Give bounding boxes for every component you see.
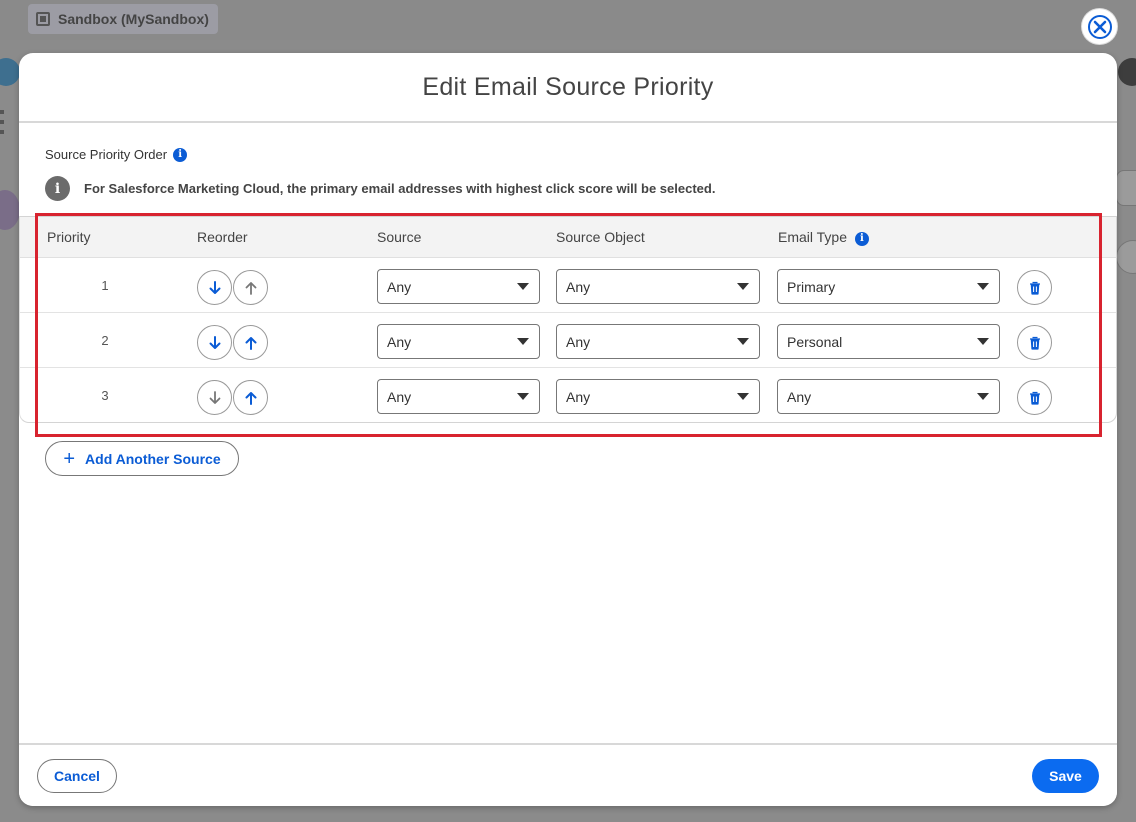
close-icon bbox=[1087, 14, 1112, 39]
email-type-select-value: Primary bbox=[787, 278, 836, 295]
source-object-select-value: Any bbox=[566, 333, 591, 350]
column-header-email-type-label: Email Type bbox=[778, 229, 847, 245]
arrow-up-icon bbox=[245, 391, 256, 405]
column-header-email-type: Email Type i bbox=[778, 229, 869, 247]
move-up-button[interactable] bbox=[233, 325, 268, 360]
background-avatar bbox=[0, 58, 20, 86]
cancel-button[interactable]: Cancel bbox=[37, 759, 117, 793]
move-up-button[interactable] bbox=[233, 270, 268, 305]
modal-header: Edit Email Source Priority bbox=[19, 53, 1117, 123]
email-type-select[interactable]: Personal bbox=[777, 324, 1000, 359]
arrow-up-icon bbox=[245, 336, 256, 350]
move-down-button[interactable] bbox=[197, 380, 232, 415]
email-type-select[interactable]: Primary bbox=[777, 269, 1000, 304]
section-label: Source Priority Order i bbox=[45, 147, 188, 162]
modal-title: Edit Email Source Priority bbox=[422, 72, 714, 101]
delete-row-button[interactable] bbox=[1017, 270, 1052, 305]
move-up-button[interactable] bbox=[233, 380, 268, 415]
org-chip-label: Sandbox (MySandbox) bbox=[58, 11, 209, 27]
org-chip: Sandbox (MySandbox) bbox=[28, 4, 218, 34]
column-header-source-object: Source Object bbox=[556, 229, 645, 245]
trash-icon bbox=[1029, 391, 1040, 405]
column-header-priority: Priority bbox=[47, 229, 91, 245]
source-select[interactable]: Any bbox=[377, 324, 540, 359]
source-select-value: Any bbox=[387, 388, 412, 405]
chevron-down-icon bbox=[737, 283, 749, 290]
chevron-down-icon bbox=[517, 338, 529, 345]
table-header: Priority Reorder Source Source Object Em… bbox=[20, 217, 1116, 258]
info-icon[interactable]: i bbox=[854, 231, 869, 246]
delete-row-button[interactable] bbox=[1017, 380, 1052, 415]
chevron-down-icon bbox=[517, 283, 529, 290]
source-select-value: Any bbox=[387, 278, 412, 295]
chevron-down-icon bbox=[977, 338, 989, 345]
source-select-value: Any bbox=[387, 333, 412, 350]
source-select[interactable]: Any bbox=[377, 269, 540, 304]
trash-icon bbox=[1029, 336, 1040, 350]
table-row: 1 Any Any Primary bbox=[20, 258, 1116, 313]
info-icon[interactable]: i bbox=[173, 147, 188, 162]
source-select[interactable]: Any bbox=[377, 379, 540, 414]
arrow-down-icon bbox=[209, 390, 220, 404]
priority-table: Priority Reorder Source Source Object Em… bbox=[19, 216, 1117, 423]
source-object-select[interactable]: Any bbox=[556, 269, 760, 304]
close-modal-button[interactable] bbox=[1082, 9, 1117, 44]
chevron-down-icon bbox=[517, 393, 529, 400]
delete-row-button[interactable] bbox=[1017, 325, 1052, 360]
plus-icon: + bbox=[63, 447, 76, 470]
save-button[interactable]: Save bbox=[1032, 759, 1099, 793]
section-label-text: Source Priority Order bbox=[45, 147, 168, 162]
table-row: 3 Any Any Any bbox=[20, 368, 1116, 423]
priority-number: 1 bbox=[101, 278, 109, 293]
arrow-down-icon bbox=[209, 335, 220, 349]
reorder-controls bbox=[197, 325, 268, 360]
arrow-up-icon bbox=[245, 281, 256, 295]
reorder-controls bbox=[197, 270, 268, 305]
background-avatar bbox=[1118, 58, 1136, 86]
reorder-controls bbox=[197, 380, 268, 415]
modal-footer: Cancel Save bbox=[19, 743, 1117, 806]
chevron-down-icon bbox=[737, 338, 749, 345]
email-type-select[interactable]: Any bbox=[777, 379, 1000, 414]
source-object-select-value: Any bbox=[566, 278, 591, 295]
priority-number: 2 bbox=[101, 333, 109, 348]
background-filter-icon bbox=[1116, 240, 1136, 274]
table-row: 2 Any Any Personal bbox=[20, 313, 1116, 368]
column-header-reorder: Reorder bbox=[197, 229, 248, 245]
edit-email-source-priority-modal: Edit Email Source Priority Source Priori… bbox=[19, 53, 1117, 806]
notice: i For Salesforce Marketing Cloud, the pr… bbox=[45, 176, 715, 201]
background-menu-icon bbox=[0, 110, 4, 136]
trash-icon bbox=[1029, 281, 1040, 295]
arrow-down-icon bbox=[209, 280, 220, 294]
source-object-select[interactable]: Any bbox=[556, 379, 760, 414]
add-another-source-button[interactable]: + Add Another Source bbox=[45, 441, 239, 476]
source-object-select-value: Any bbox=[566, 388, 591, 405]
source-object-select[interactable]: Any bbox=[556, 324, 760, 359]
info-icon: i bbox=[45, 176, 70, 201]
email-type-select-value: Personal bbox=[787, 333, 843, 350]
chevron-down-icon bbox=[737, 393, 749, 400]
priority-number: 3 bbox=[101, 388, 109, 403]
email-type-select-value: Any bbox=[787, 388, 812, 405]
move-down-button[interactable] bbox=[197, 270, 232, 305]
add-another-source-label: Add Another Source bbox=[85, 450, 221, 467]
chevron-down-icon bbox=[977, 393, 989, 400]
chevron-down-icon bbox=[977, 283, 989, 290]
background-avatar bbox=[0, 190, 20, 230]
column-header-source: Source bbox=[377, 229, 422, 245]
move-down-button[interactable] bbox=[197, 325, 232, 360]
sandbox-icon bbox=[36, 12, 50, 26]
background-button bbox=[1116, 170, 1136, 206]
notice-text: For Salesforce Marketing Cloud, the prim… bbox=[84, 181, 716, 196]
